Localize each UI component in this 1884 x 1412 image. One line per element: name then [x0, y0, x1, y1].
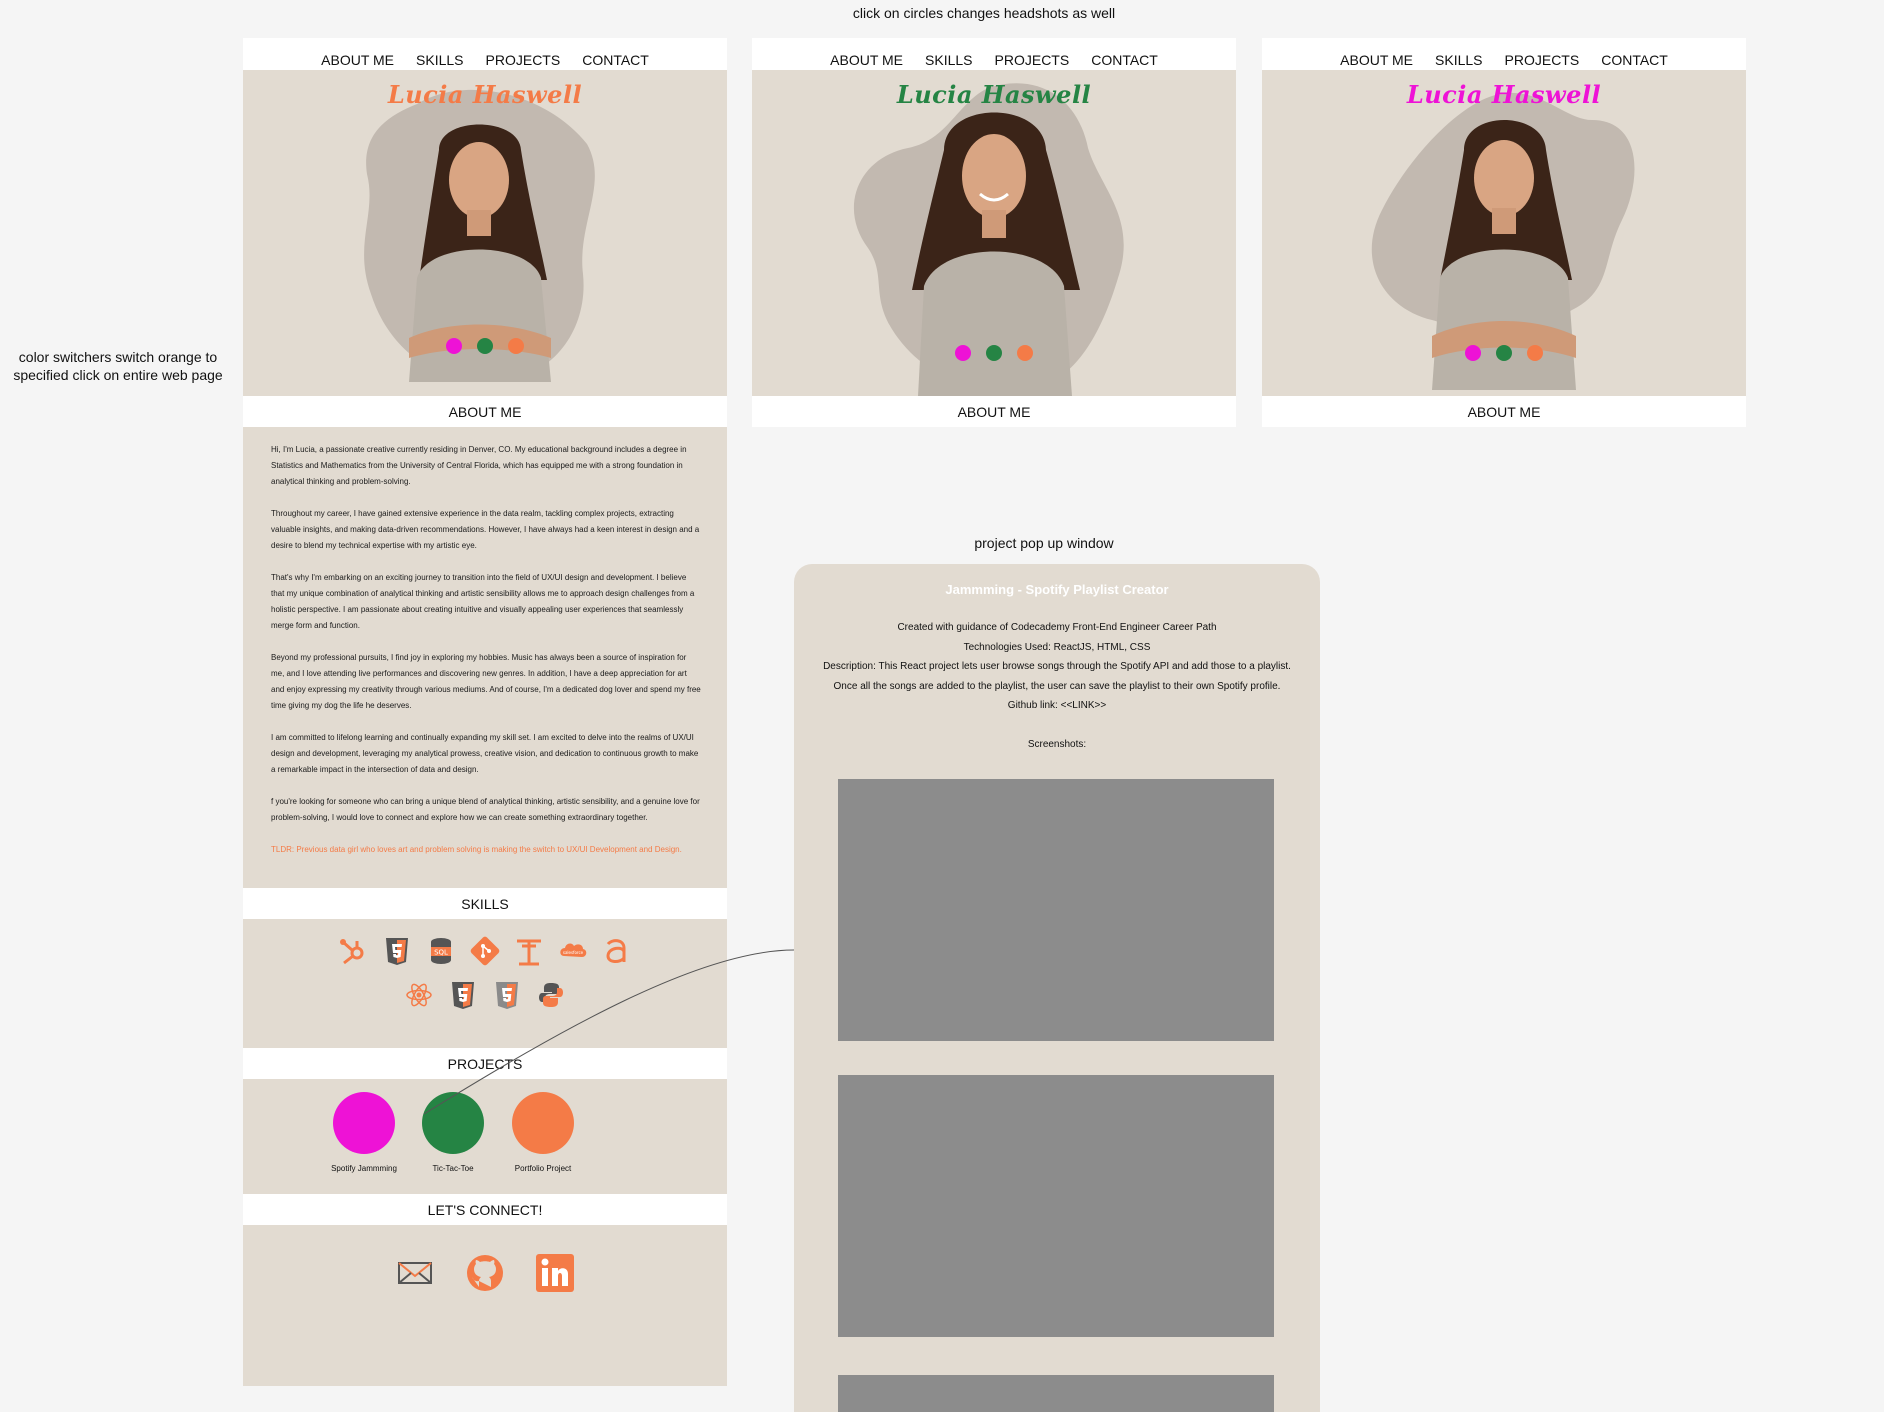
color-switcher	[243, 338, 727, 354]
about-paragraph: Beyond my professional pursuits, I find …	[271, 653, 701, 710]
project-tic-tac-toe[interactable]: Tic-Tac-Toe	[413, 1092, 493, 1173]
popup-line: Description: This React project lets use…	[823, 661, 1291, 672]
top-nav: ABOUT ME SKILLS PROJECTS CONTACT	[752, 38, 1236, 70]
skills-header: SKILLS	[243, 888, 727, 919]
top-nav: ABOUT ME SKILLS PROJECTS CONTACT	[243, 38, 727, 70]
hero-section: Lucia Haswell	[243, 70, 727, 396]
connect-header: LET'S CONNECT!	[243, 1194, 727, 1225]
social-links	[243, 1252, 727, 1294]
annotation-color-switcher-note: color switchers switch orange to specifi…	[13, 349, 223, 383]
css3-icon	[452, 982, 474, 1009]
nav-projects[interactable]: PROJECTS	[486, 52, 561, 70]
about-me-header: ABOUT ME	[243, 396, 727, 427]
screenshot-placeholder	[838, 779, 1274, 1041]
about-me-text: Hi, I'm Lucia, a passionate creative cur…	[271, 442, 701, 874]
project-popup-window: Jammming - Spotify Playlist Creator Crea…	[794, 564, 1320, 1412]
nav-about-me[interactable]: ABOUT ME	[321, 52, 394, 70]
tableau-icon	[517, 939, 541, 966]
color-dot-green[interactable]	[986, 345, 1002, 361]
salesforce-label: salesforce	[563, 950, 584, 955]
alteryx-icon	[606, 939, 626, 963]
popup-line: Created with guidance of Codecademy Fron…	[897, 622, 1217, 633]
nav-about-me[interactable]: ABOUT ME	[830, 52, 903, 70]
skills-row-1: SQL salesforce	[243, 936, 727, 966]
nav-projects[interactable]: PROJECTS	[995, 52, 1070, 70]
project-portfolio[interactable]: Portfolio Project	[503, 1092, 583, 1173]
color-dot-magenta[interactable]	[1465, 345, 1481, 361]
popup-github-link[interactable]: Github link: <<LINK>>	[794, 696, 1320, 716]
react-icon	[406, 983, 432, 1007]
color-dot-green[interactable]	[1496, 345, 1512, 361]
projects-header: PROJECTS	[243, 1048, 727, 1079]
color-switcher	[1262, 345, 1746, 361]
about-paragraph: That's why I'm embarking on an exciting …	[271, 573, 695, 630]
name-logo: Lucia Haswell	[387, 80, 583, 109]
nav-contact[interactable]: CONTACT	[582, 52, 649, 70]
popup-line: Technologies Used: ReactJS, HTML, CSS	[963, 641, 1151, 653]
color-dot-orange[interactable]	[1527, 345, 1543, 361]
popup-line: Once all the songs are added to the play…	[833, 680, 1281, 692]
color-dot-magenta[interactable]	[955, 345, 971, 361]
git-icon	[470, 936, 500, 966]
project-label: Spotify Jammming	[331, 1164, 397, 1173]
nav-skills[interactable]: SKILLS	[1435, 52, 1482, 70]
project-label: Tic-Tac-Toe	[432, 1164, 474, 1173]
popup-title: Jammming - Spotify Playlist Creator	[945, 582, 1169, 597]
nav-skills[interactable]: SKILLS	[925, 52, 972, 70]
project-label: Portfolio Project	[514, 1164, 572, 1173]
top-nav: ABOUT ME SKILLS PROJECTS CONTACT	[1262, 38, 1746, 70]
popup-description: Created with guidance of Codecademy Fron…	[794, 618, 1320, 755]
mail-icon[interactable]	[394, 1252, 436, 1294]
project-circle-green[interactable]	[422, 1092, 484, 1154]
project-circle-magenta[interactable]	[333, 1092, 395, 1154]
html5-icon	[496, 982, 518, 1009]
page-frame-main: ABOUT ME SKILLS PROJECTS CONTACT Lucia H…	[243, 38, 727, 1386]
color-switcher	[752, 345, 1236, 361]
nav-contact[interactable]: CONTACT	[1601, 52, 1668, 70]
nav-contact[interactable]: CONTACT	[1091, 52, 1158, 70]
nav-about-me[interactable]: ABOUT ME	[1340, 52, 1413, 70]
name-logo: Lucia Haswell	[896, 80, 1092, 109]
about-paragraph: Throughout my career, I have gained exte…	[271, 509, 700, 550]
hubspot-icon	[340, 939, 364, 965]
linkedin-icon[interactable]	[534, 1252, 576, 1294]
color-dot-orange[interactable]	[508, 338, 524, 354]
hero-section: Lucia Haswell	[752, 70, 1236, 396]
python-icon	[539, 983, 563, 1007]
color-dot-orange[interactable]	[1017, 345, 1033, 361]
page-frame-magenta-variant: ABOUT ME SKILLS PROJECTS CONTACT Lucia H…	[1262, 38, 1746, 427]
project-spotify-jammming[interactable]: Spotify Jammming	[324, 1092, 404, 1173]
screenshot-placeholder	[838, 1375, 1274, 1412]
nav-projects[interactable]: PROJECTS	[1505, 52, 1580, 70]
nav-skills[interactable]: SKILLS	[416, 52, 463, 70]
github-icon[interactable]	[464, 1252, 506, 1294]
skills-row-2	[243, 980, 727, 1010]
salesforce-icon: salesforce	[560, 943, 587, 957]
about-me-header: ABOUT ME	[752, 396, 1236, 427]
screenshot-placeholder	[838, 1075, 1274, 1337]
about-paragraph: f you're looking for someone who can bri…	[271, 797, 700, 822]
about-me-header: ABOUT ME	[1262, 396, 1746, 427]
about-paragraph: Hi, I'm Lucia, a passionate creative cur…	[271, 445, 687, 486]
sql-label: SQL	[434, 949, 448, 957]
annotation-headshot-note: click on circles changes headshots as we…	[852, 5, 1116, 21]
hero-section: Lucia Haswell	[1262, 70, 1746, 396]
name-logo: Lucia Haswell	[1406, 80, 1602, 109]
project-circle-orange[interactable]	[512, 1092, 574, 1154]
about-paragraph: I am committed to lifelong learning and …	[271, 733, 699, 774]
page-frame-green-variant: ABOUT ME SKILLS PROJECTS CONTACT Lucia H…	[752, 38, 1236, 427]
popup-screenshots-label: Screenshots:	[1027, 739, 1087, 750]
annotation-popup-note: project pop up window	[974, 535, 1114, 551]
color-dot-magenta[interactable]	[446, 338, 462, 354]
about-tldr: TLDR: Previous data girl who loves art a…	[271, 845, 682, 854]
color-dot-green[interactable]	[477, 338, 493, 354]
sql-icon: SQL	[431, 938, 451, 964]
html5-icon	[386, 938, 408, 965]
